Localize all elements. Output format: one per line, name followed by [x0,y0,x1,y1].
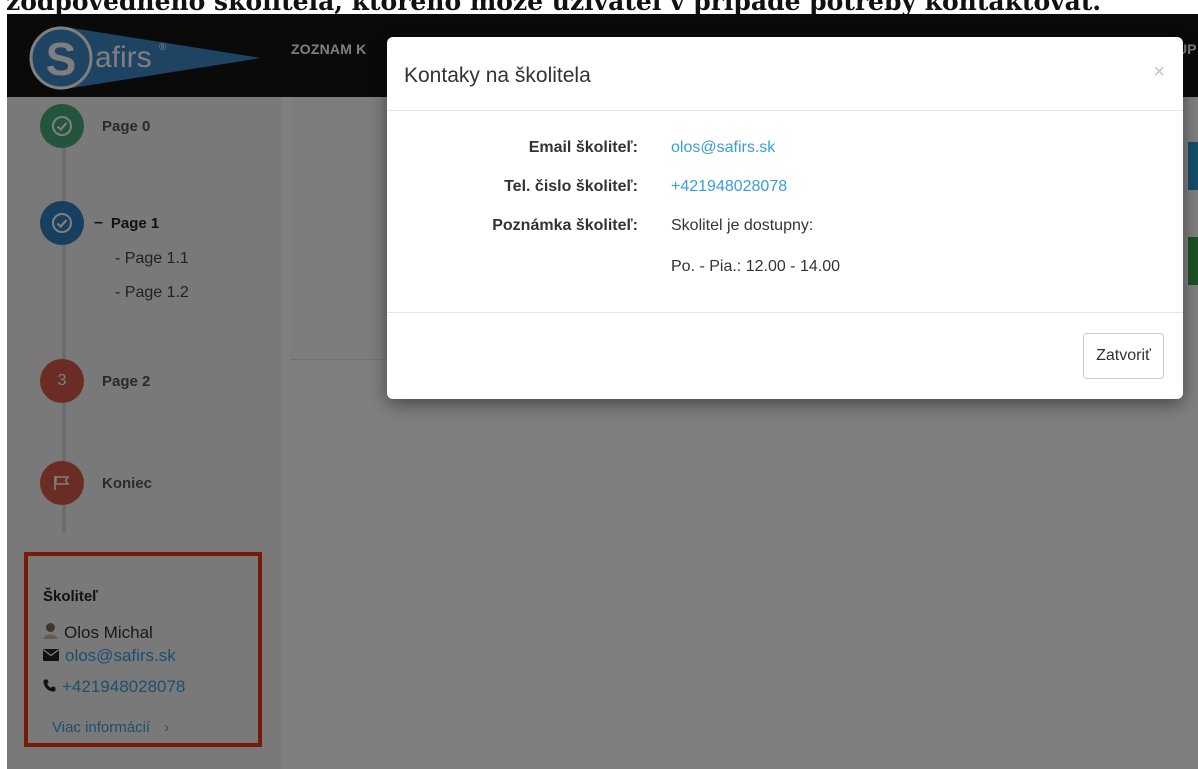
note-value: Skolitel je dostupny: [671,217,814,234]
document-caption: zodpovedného školiteľa, ktorého môže uží… [0,0,1198,14]
modal-header: Kontaky na školitela × [387,37,1183,111]
note-label: Poznámka školiteľ: [492,217,638,234]
phone-label: Tel. čislo školiteľ: [504,178,638,195]
caption-text: zodpovedného školiteľa, ktorého môže uží… [6,0,1101,14]
app-window: S afirs ® ZOZNAM K UP Page 0 – Page 1 - … [7,14,1198,769]
close-icon[interactable]: × [1153,61,1165,84]
modal-title: Kontaky na školitela [404,64,591,87]
close-button[interactable]: Zatvoriť [1083,333,1164,379]
phone-link[interactable]: +421948028078 [671,178,787,196]
note-hours: Po. - Pia.: 12.00 - 14.00 [671,258,840,275]
trainer-contact-modal: Kontaky na školitela × Email školiteľ: o… [387,37,1183,399]
email-link[interactable]: olos@safirs.sk [671,139,775,157]
modal-footer: Zatvoriť [387,312,1183,400]
email-label: Email školiteľ: [528,139,638,156]
